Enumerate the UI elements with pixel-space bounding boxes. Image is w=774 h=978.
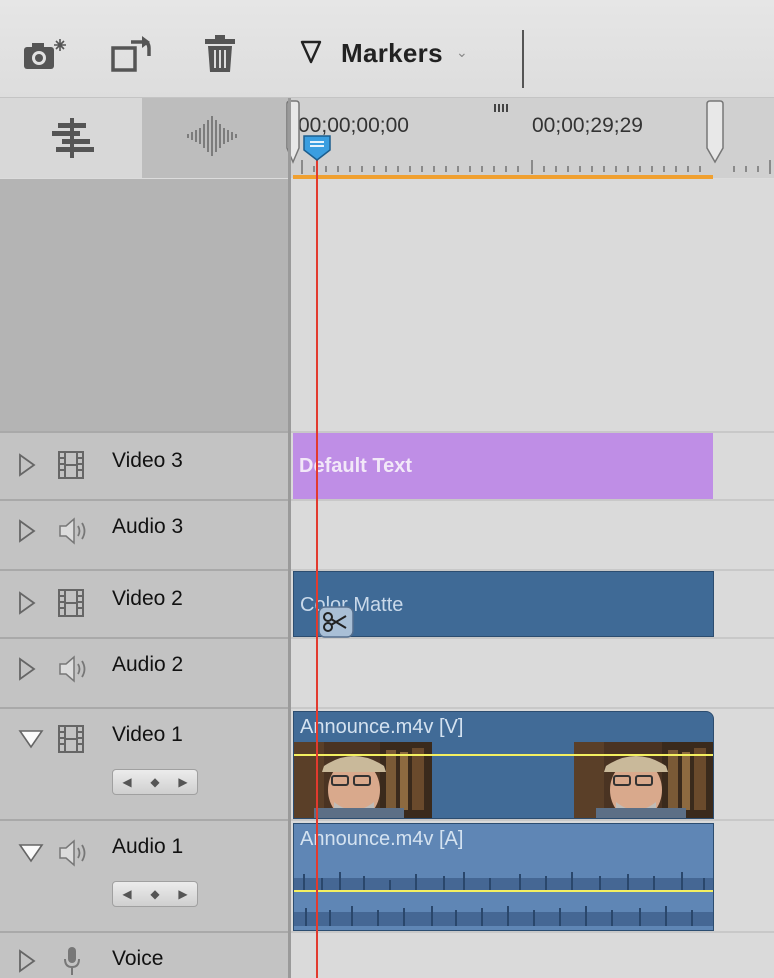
microphone-icon [64, 947, 80, 975]
speaker-icon [59, 517, 86, 545]
keyframe-navigator[interactable]: ◀ ◆ ▶ [112, 881, 198, 907]
film-icon [58, 725, 84, 753]
track-header-video-2[interactable]: Video 2 [0, 569, 288, 637]
timeline-empty-area [291, 179, 774, 431]
scissors-icon[interactable] [318, 606, 354, 638]
track-header-video-1[interactable]: Video 1 ◀ ◆ ▶ [0, 707, 288, 819]
track-lane-audio-3[interactable] [291, 499, 774, 569]
collapse-triangle-icon[interactable] [18, 843, 44, 863]
next-keyframe-icon[interactable]: ▶ [178, 887, 187, 901]
expand-triangle-icon[interactable] [18, 453, 36, 477]
prev-keyframe-icon[interactable]: ◀ [122, 887, 131, 901]
add-keyframe-icon[interactable]: ◆ [150, 775, 159, 789]
export-frame-icon[interactable] [108, 30, 156, 78]
speaker-icon [59, 655, 86, 683]
track-lane-video-1[interactable]: Announce.m4v [V] [291, 707, 774, 819]
film-icon [58, 589, 84, 617]
track-header-voice[interactable]: Voice [0, 931, 288, 978]
chevron-down-icon[interactable]: ⌄ [456, 44, 468, 61]
expand-triangle-icon[interactable] [18, 591, 36, 615]
film-icon [58, 451, 84, 479]
speaker-icon [59, 839, 86, 867]
track-lane-audio-2[interactable] [291, 637, 774, 707]
track-name: Video 3 [112, 449, 183, 472]
track-header-audio-3[interactable]: Audio 3 [0, 499, 288, 569]
expand-triangle-icon[interactable] [18, 657, 36, 681]
collapse-triangle-icon[interactable] [18, 729, 44, 749]
expand-triangle-icon[interactable] [18, 519, 36, 543]
clip-announce-audio[interactable]: Announce.m4v [A] [293, 823, 714, 931]
markers-button[interactable]: Markers [341, 38, 443, 69]
work-area-start-handle[interactable] [284, 100, 302, 166]
add-keyframe-icon[interactable]: ◆ [150, 887, 159, 901]
prev-keyframe-icon[interactable]: ◀ [122, 775, 131, 789]
ruler-ticks [301, 104, 771, 174]
toolbar: Markers ⌄ [0, 0, 774, 98]
track-list-tab[interactable] [0, 98, 142, 178]
track-header-video-3[interactable]: Video 3 [0, 431, 288, 499]
next-keyframe-icon[interactable]: ▶ [178, 775, 187, 789]
playhead-marker[interactable] [302, 134, 332, 162]
track-name: Voice [112, 947, 164, 970]
opacity-line[interactable] [294, 754, 713, 756]
clip-label: Announce.m4v [A] [300, 828, 464, 850]
track-name: Video 2 [112, 587, 183, 610]
track-lane-video-3[interactable]: Default Text [291, 431, 774, 499]
time-ruler[interactable] [290, 98, 774, 178]
clip-announce-video[interactable]: Announce.m4v [V] [293, 711, 714, 819]
track-lane-voice[interactable] [291, 931, 774, 978]
track-header-empty-area [0, 179, 288, 431]
audio-waveform [294, 872, 713, 926]
track-name: Audio 3 [112, 515, 184, 538]
playhead-line[interactable] [316, 148, 318, 978]
track-lane-video-2[interactable]: Color Matte [291, 569, 774, 637]
camera-icon[interactable] [20, 30, 68, 78]
track-name: Audio 2 [112, 653, 184, 676]
clip-default-text[interactable]: Default Text [293, 433, 713, 499]
clip-color-matte[interactable]: Color Matte [293, 571, 714, 637]
clip-label: Announce.m4v [V] [300, 716, 464, 738]
track-name: Video 1 [112, 723, 183, 746]
keyframe-navigator[interactable]: ◀ ◆ ▶ [112, 769, 198, 795]
track-name: Audio 1 [112, 835, 184, 858]
waveform-icon [187, 116, 237, 156]
expand-triangle-icon[interactable] [18, 949, 36, 973]
timecode-mid: 00;00;29;29 [532, 114, 643, 137]
track-header-audio-2[interactable]: Audio 2 [0, 637, 288, 707]
audio-waveform-tab[interactable] [142, 98, 288, 178]
marker-icon[interactable] [300, 40, 322, 69]
track-lane-audio-1[interactable]: Announce.m4v [A] [291, 819, 774, 931]
trash-icon[interactable] [196, 30, 244, 78]
tracks-icon [52, 118, 94, 158]
work-area-end-handle[interactable] [704, 100, 726, 166]
toolbar-divider [522, 30, 524, 88]
track-header-audio-1[interactable]: Audio 1 ◀ ◆ ▶ [0, 819, 288, 931]
